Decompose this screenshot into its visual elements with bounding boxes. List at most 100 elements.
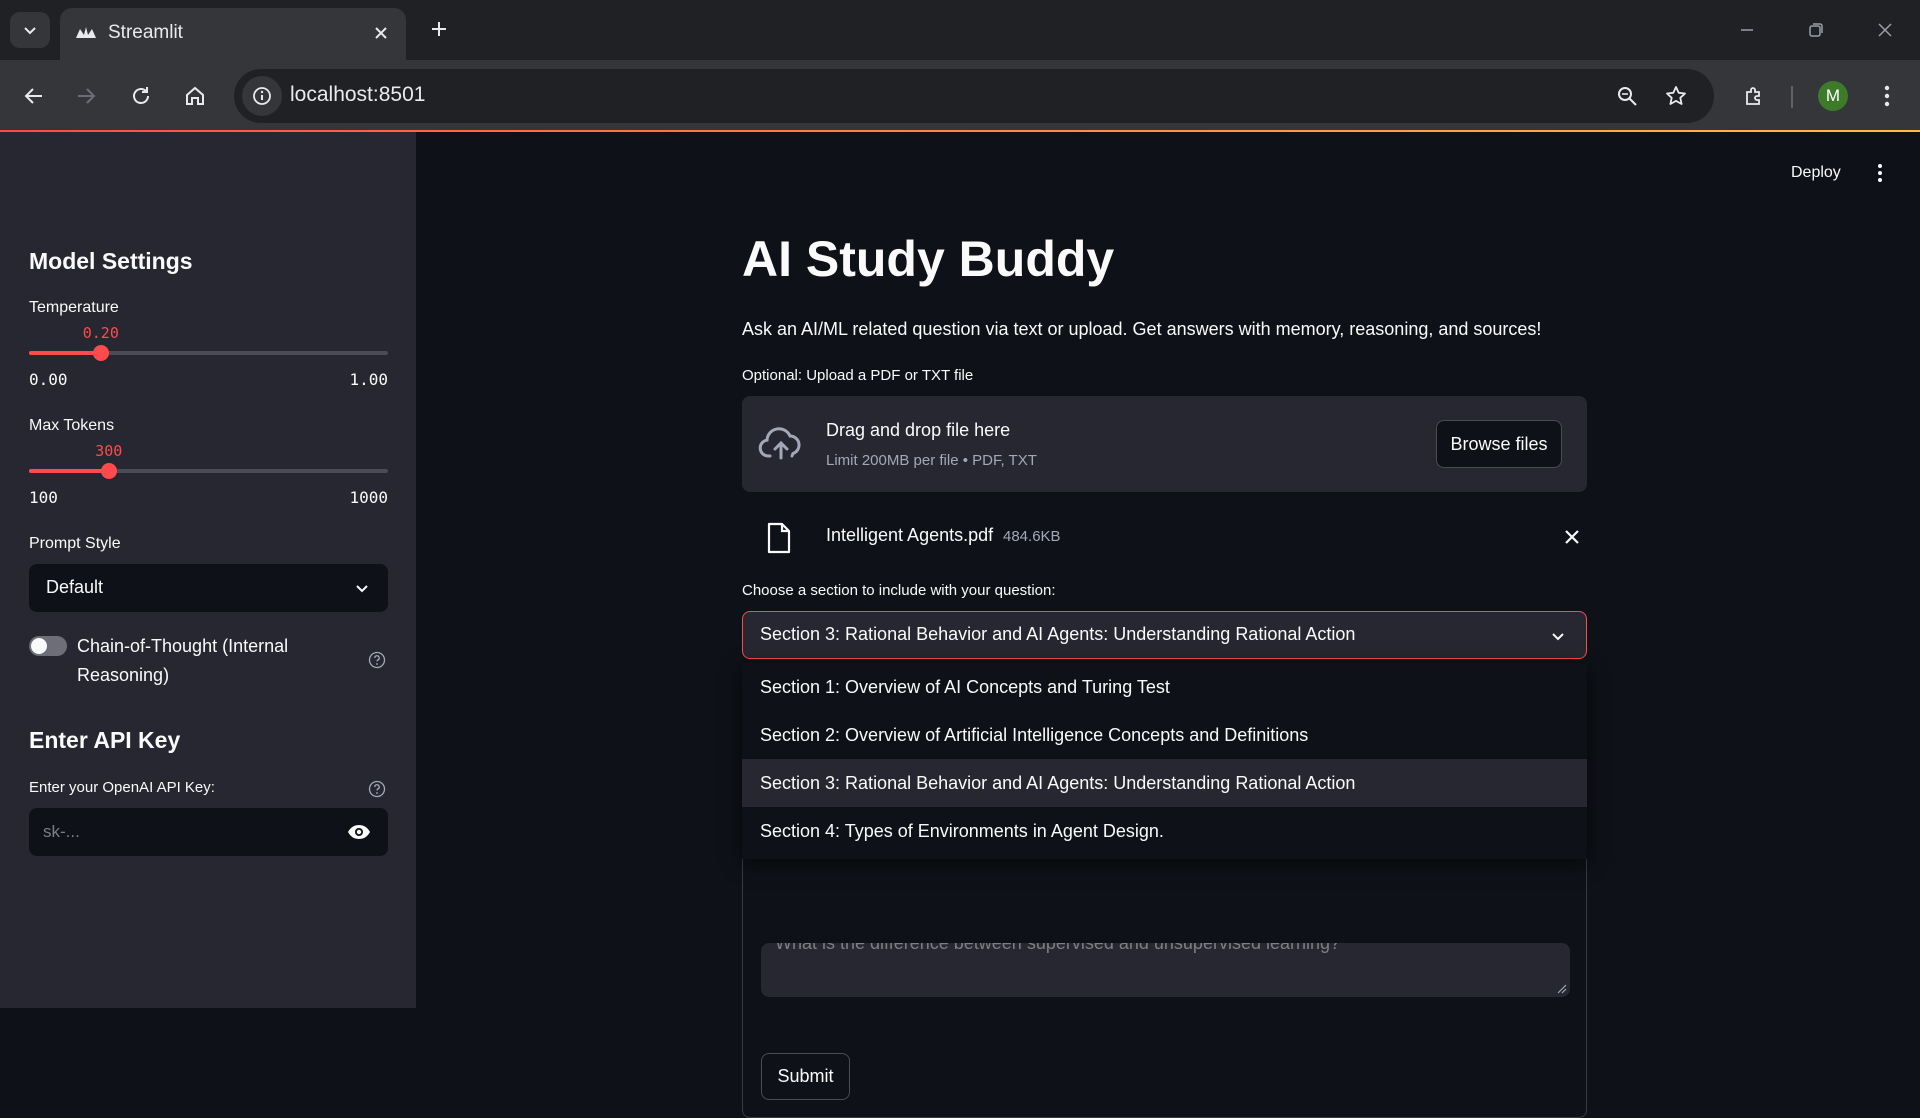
model-settings-heading: Model Settings [29,248,193,274]
prompt-style-value: Default [46,577,104,597]
prompt-style-select[interactable]: Default [29,564,388,612]
zoom-button[interactable] [1612,81,1642,111]
more-vertical-icon [1878,164,1882,182]
home-icon [186,86,204,105]
back-button[interactable] [14,76,54,116]
temperature-value: 0.20 [82,324,119,342]
api-key-field[interactable] [29,808,388,856]
window-close-button[interactable] [1862,12,1908,48]
file-size: 484.6KB [1003,528,1061,545]
submit-button[interactable]: Submit [761,1053,850,1100]
close-icon [1878,23,1892,37]
address-bar[interactable]: localhost:8501 [234,69,1714,123]
temperature-min: 0.00 [29,370,68,389]
page-title: AI Study Buddy [742,231,1115,287]
info-icon [253,87,271,105]
tab-title: Streamlit [108,22,183,43]
dropdown-option[interactable]: Section 2: Overview of Artificial Intell… [742,711,1587,759]
eye-icon[interactable] [346,820,372,844]
browser-tab[interactable]: Streamlit [60,8,406,60]
max-tokens-max: 1000 [349,488,388,507]
tab-close-button[interactable] [368,20,394,46]
chain-of-thought-toggle[interactable] [29,636,67,656]
home-button[interactable] [175,76,215,116]
temperature-slider[interactable] [29,345,388,361]
remove-file-button[interactable] [1560,525,1584,549]
url-text: localhost:8501 [290,83,426,106]
browser-toolbar: localhost:8501 M [0,60,1920,132]
file-name: Intelligent Agents.pdf [826,525,994,545]
cloud-upload-icon [758,427,801,460]
deploy-button[interactable]: Deploy [1791,164,1841,182]
resize-grip-icon[interactable] [1557,984,1567,994]
api-key-input[interactable] [43,820,323,844]
toggle-knob [31,638,47,654]
browse-files-button[interactable]: Browse files [1436,420,1562,468]
temperature-max: 1.00 [349,370,388,389]
chevron-down-icon [1546,624,1570,648]
browser-tabstrip: Streamlit [0,0,1920,60]
chain-of-thought-label: Chain-of-Thought (Internal Reasoning) [77,636,289,685]
restore-button[interactable] [1793,12,1839,48]
section-select-value: Section 3: Rational Behavior and AI Agen… [760,624,1356,644]
max-tokens-slider[interactable] [29,463,388,479]
uploaded-file: Intelligent Agents.pdf 484.6KB [742,508,1587,564]
upload-label: Optional: Upload a PDF or TXT file [742,367,974,384]
file-icon [767,522,791,554]
temperature-slider-thumb[interactable] [92,345,109,361]
dropdown-option-selected[interactable]: Section 3: Rational Behavior and AI Agen… [742,759,1587,807]
minimize-button[interactable] [1724,12,1770,48]
max-tokens-label: Max Tokens [29,417,115,434]
max-tokens-value: 300 [95,442,123,460]
sidebar: Model Settings Temperature 0.20 0.00 1.0… [0,132,416,1008]
max-tokens-slider-fill [29,469,109,473]
tab-search-button[interactable] [10,12,50,48]
site-info-button[interactable] [242,76,282,116]
toolbar-divider [1791,86,1793,108]
dropdown-option[interactable]: Section 1: Overview of AI Concepts and T… [742,663,1587,711]
bookmark-button[interactable] [1661,81,1691,111]
main-content: Deploy AI Study Buddy Ask an AI/ML relat… [416,132,1920,1118]
help-icon[interactable] [367,650,387,670]
close-icon [1565,530,1579,544]
temperature-label: Temperature [29,299,119,316]
dropdown-option[interactable]: Section 4: Types of Environments in Agen… [742,807,1587,855]
new-tab-button[interactable] [424,14,454,44]
minimize-icon [1741,29,1753,31]
chevron-down-icon [24,27,36,35]
section-dropdown-menu: Section 1: Overview of AI Concepts and T… [742,663,1587,859]
zoom-icon [1618,87,1637,106]
close-icon [375,27,387,39]
plus-icon [432,22,446,36]
arrow-right-icon [78,88,96,104]
streamlit-logo-icon [76,27,96,38]
reload-icon [133,87,149,104]
profile-avatar[interactable]: M [1818,81,1848,111]
reload-button[interactable] [121,76,161,116]
restore-icon [1809,23,1823,37]
question-text: What is the difference between supervise… [775,943,1341,953]
question-textarea[interactable]: What is the difference between supervise… [761,943,1570,997]
star-icon [1666,86,1686,105]
file-dropzone[interactable]: Drag and drop file here Limit 200MB per … [742,396,1587,492]
max-tokens-slider-thumb[interactable] [100,463,117,479]
page-description: Ask an AI/ML related question via text o… [742,319,1542,339]
forward-button[interactable] [66,76,106,116]
chevron-down-icon [350,576,374,600]
extensions-button[interactable] [1734,76,1774,116]
browser-menu-button[interactable] [1867,76,1907,116]
api-key-heading: Enter API Key [29,727,181,753]
puzzle-icon [1746,87,1760,105]
temperature-slider-fill [29,351,101,355]
more-vertical-icon [1884,85,1890,107]
dropzone-limit: Limit 200MB per file • PDF, TXT [826,452,1037,469]
dropzone-title: Drag and drop file here [826,420,1011,440]
api-key-label: Enter your OpenAI API Key: [29,779,215,796]
help-icon[interactable] [367,779,387,799]
prompt-style-label: Prompt Style [29,535,121,552]
max-tokens-min: 100 [29,488,58,507]
section-select[interactable]: Section 3: Rational Behavior and AI Agen… [742,611,1587,659]
arrow-left-icon [24,88,42,104]
section-label: Choose a section to include with your qu… [742,582,1056,599]
main-menu-button[interactable] [1868,160,1892,186]
